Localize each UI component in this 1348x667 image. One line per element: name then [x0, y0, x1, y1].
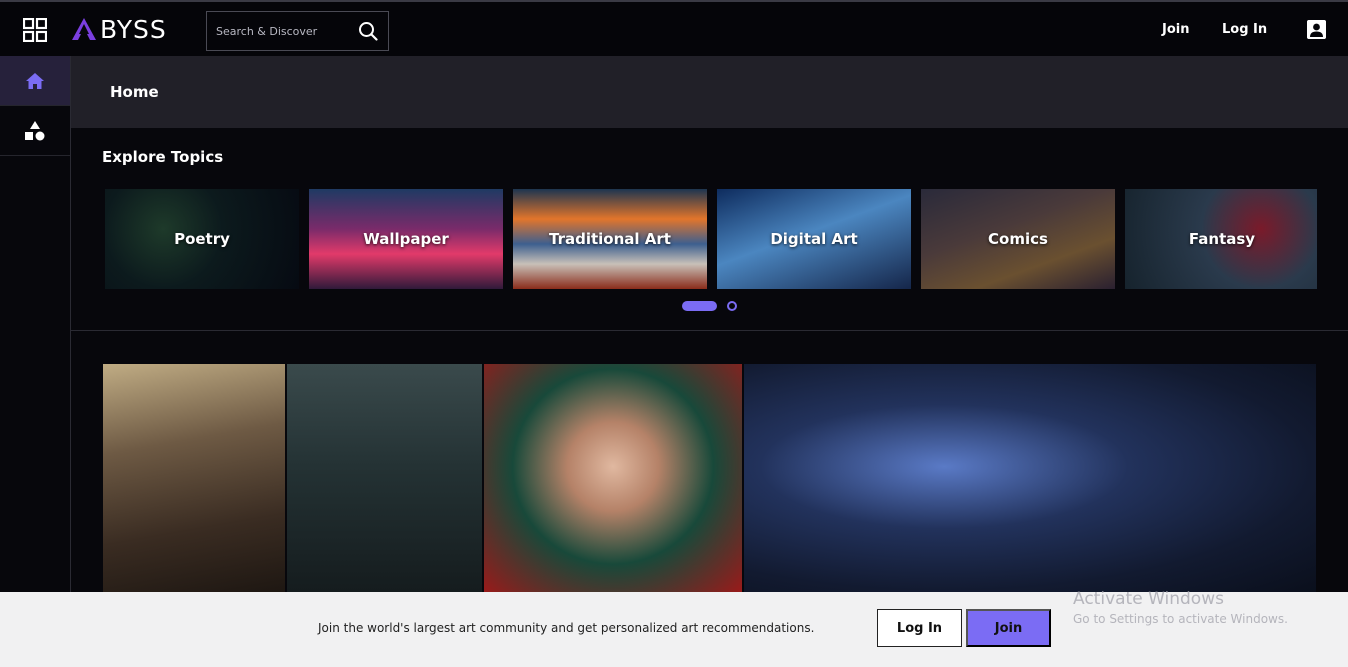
cta-message: Join the world's largest art community a…	[318, 621, 815, 635]
topic-card-poetry[interactable]: Poetry	[105, 189, 299, 289]
abyss-logo[interactable]: BYSS	[70, 14, 167, 44]
artwork-thumbnail[interactable]	[103, 364, 285, 592]
sidebar-item-shapes[interactable]	[0, 106, 70, 156]
windows-activation-watermark: Activate Windows Go to Settings to activ…	[1073, 589, 1288, 626]
topic-label: Wallpaper	[363, 230, 449, 248]
artwork-thumbnail[interactable]	[484, 364, 742, 592]
cta-join-button[interactable]: Join	[966, 609, 1051, 647]
apps-grid-icon[interactable]	[23, 18, 47, 42]
search-input[interactable]	[207, 24, 347, 38]
topic-label: Fantasy	[1188, 230, 1256, 248]
section-divider	[71, 330, 1348, 331]
topic-card-fantasy[interactable]: Fantasy	[1125, 189, 1317, 289]
sidebar-item-home[interactable]	[0, 56, 70, 106]
watermark-title: Activate Windows	[1073, 589, 1224, 609]
topic-label: Poetry	[174, 230, 230, 248]
abyss-logo-icon	[72, 18, 96, 40]
home-icon	[26, 72, 44, 89]
topic-card-digital-art[interactable]: Digital Art	[717, 189, 911, 289]
user-icon[interactable]	[1307, 20, 1326, 39]
sidebar	[0, 56, 71, 667]
topic-card-comics[interactable]: Comics	[921, 189, 1115, 289]
topic-label: Comics	[988, 230, 1048, 248]
artwork-thumbnail[interactable]	[744, 364, 1316, 592]
topics-carousel: Poetry Wallpaper Traditional Art Digital…	[105, 189, 1317, 289]
login-link[interactable]: Log In	[1222, 22, 1267, 37]
art-gallery	[103, 364, 1316, 592]
cta-login-button[interactable]: Log In	[877, 609, 962, 647]
search-icon[interactable]	[358, 21, 378, 41]
logo-text: BYSS	[100, 14, 167, 44]
explore-topics-title: Explore Topics	[102, 148, 224, 166]
topic-label: Traditional Art	[549, 230, 671, 248]
home-banner: Home	[71, 56, 1348, 128]
topic-card-traditional-art[interactable]: Traditional Art	[513, 189, 707, 289]
top-navbar: BYSS Join Log In	[0, 0, 1348, 56]
carousel-dot[interactable]	[727, 301, 737, 311]
shapes-icon	[25, 120, 45, 140]
carousel-dot-active[interactable]	[682, 301, 717, 311]
search-box	[206, 11, 389, 51]
carousel-pagination	[682, 301, 737, 311]
page-title: Home	[110, 83, 159, 101]
artwork-thumbnail[interactable]	[287, 364, 482, 592]
topic-card-wallpaper[interactable]: Wallpaper	[309, 189, 503, 289]
topic-label: Digital Art	[770, 230, 858, 248]
join-link[interactable]: Join	[1162, 22, 1189, 37]
watermark-subtitle: Go to Settings to activate Windows.	[1073, 612, 1288, 626]
